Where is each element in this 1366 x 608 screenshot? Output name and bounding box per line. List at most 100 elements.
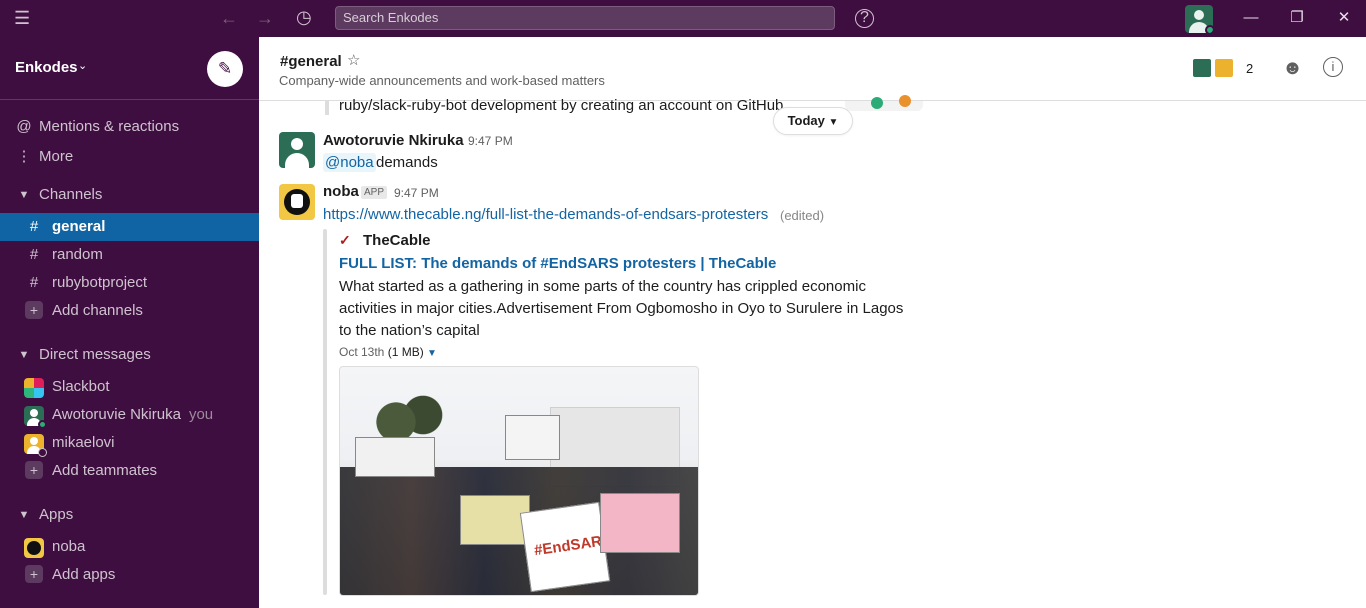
hash-icon: # <box>29 274 39 291</box>
caret-down-icon[interactable]: ▼ <box>14 341 34 369</box>
channel-title[interactable]: #general <box>280 53 342 70</box>
info-icon[interactable]: i <box>1323 57 1343 77</box>
caret-down-icon[interactable]: ▼ <box>14 501 34 529</box>
sidebar-item-mikaelovi[interactable]: mikaelovi <box>0 429 259 457</box>
workspace-name[interactable]: Enkodes <box>15 59 78 76</box>
message-timestamp[interactable]: 9:47 PM <box>468 134 513 148</box>
sender-avatar[interactable] <box>279 132 315 168</box>
hamburger-menu-icon[interactable]: ☰ <box>14 9 30 27</box>
channels-section-header[interactable]: ▼ Channels <box>0 181 259 209</box>
section-label: Direct messages <box>39 346 151 363</box>
top-bar: ☰ ← → ◷ Search Enkodes ? — ❐ ✕ <box>0 0 1366 37</box>
unfurl-title-link[interactable]: FULL LIST: The demands of #EndSARS prote… <box>339 255 776 272</box>
sidebar-item-more[interactable]: ⋮ More <box>0 143 259 171</box>
day-divider-label: Today <box>787 113 825 128</box>
sidebar-item-label: Awotoruvie Nkiruka <box>52 406 181 423</box>
compose-button[interactable]: ✎ <box>207 51 243 87</box>
message-timestamp[interactable]: 9:47 PM <box>394 186 439 200</box>
protest-sign <box>505 415 560 460</box>
unfurl-site-name: TheCable <box>363 232 431 249</box>
noba-app-icon <box>24 538 44 558</box>
add-teammates-button[interactable]: + Add teammates <box>0 457 259 485</box>
sidebar-item-mentions[interactable]: @ Mentions & reactions <box>0 113 259 141</box>
dm-section-header[interactable]: ▼ Direct messages <box>0 341 259 369</box>
user-mention[interactable]: @noba <box>323 153 376 172</box>
sidebar-item-label: random <box>52 246 103 263</box>
close-icon[interactable]: ✕ <box>1334 9 1354 27</box>
day-divider-button[interactable]: Today ▼ <box>773 107 853 135</box>
history-clock-icon[interactable]: ◷ <box>296 8 312 26</box>
more-vertical-icon: ⋮ <box>16 148 32 165</box>
protest-sign <box>355 437 435 477</box>
member-avatar[interactable] <box>1191 57 1213 79</box>
online-status-dot <box>1205 25 1213 33</box>
sidebar-item-label: More <box>39 148 74 165</box>
sidebar-item-label: noba <box>52 538 86 555</box>
sidebar-item-awotoruvie[interactable]: Awotoruvie Nkiruka you <box>0 401 259 429</box>
caret-down-icon[interactable]: ▼ <box>14 181 34 209</box>
user-avatar[interactable] <box>1185 5 1213 33</box>
hash-icon: # <box>29 246 39 263</box>
plus-icon: + <box>25 301 43 319</box>
message-text: demands <box>376 154 438 171</box>
unfurl-image[interactable]: #EndSARS <box>339 366 699 596</box>
forward-arrow-icon[interactable]: → <box>256 9 274 27</box>
previous-message-text: ruby/slack-ruby-bot development by creat… <box>339 97 788 114</box>
sidebar-item-noba[interactable]: noba <box>0 533 259 561</box>
sidebar: Enkodes ⌄ ✎ @ Mentions & reactions ⋮ Mor… <box>0 37 259 608</box>
unfurl-description: What started as a gathering in some part… <box>339 278 904 339</box>
sidebar-item-label: mikaelovi <box>52 434 115 451</box>
plus-icon: + <box>25 565 43 583</box>
add-member-icon[interactable]: ☻ <box>1282 57 1303 80</box>
chevron-down-icon: ▼ <box>828 117 839 128</box>
message-link[interactable]: https://www.thecable.ng/full-list-the-de… <box>323 206 768 223</box>
compose-icon: ✎ <box>217 59 233 78</box>
reaction-bar[interactable] <box>845 95 923 111</box>
star-icon[interactable]: ☆ <box>347 51 360 69</box>
sidebar-item-rubybotproject[interactable]: # rubybotproject <box>0 269 259 297</box>
add-channels-button[interactable]: + Add channels <box>0 297 259 325</box>
channel-topic[interactable]: Company-wide announcements and work-base… <box>279 73 605 88</box>
restore-icon[interactable]: ❐ <box>1287 9 1307 27</box>
sidebar-item-label: Mentions & reactions <box>39 118 180 135</box>
file-meta: Oct 13th (1 MB) ▼ <box>339 345 437 359</box>
online-status-dot <box>38 420 47 429</box>
thecable-site-icon: ✓ <box>339 232 351 248</box>
back-arrow-icon[interactable]: ← <box>220 9 238 27</box>
search-input[interactable]: Search Enkodes <box>335 6 835 30</box>
workspace-header[interactable]: Enkodes ⌄ ✎ <box>0 37 259 100</box>
attachment-bar <box>325 101 329 115</box>
sidebar-item-slackbot[interactable]: Slackbot <box>0 373 259 401</box>
member-count[interactable]: 2 <box>1246 61 1253 76</box>
protest-sign <box>600 493 680 553</box>
message-sender[interactable]: noba <box>323 183 359 200</box>
add-apps-button[interactable]: + Add apps <box>0 561 259 589</box>
sidebar-item-label: Add channels <box>52 302 143 319</box>
plus-icon: + <box>25 461 43 479</box>
sender-avatar[interactable] <box>279 184 315 220</box>
message-sender[interactable]: Awotoruvie Nkiruka <box>323 132 464 149</box>
unfurl-bar <box>323 229 327 595</box>
member-avatar[interactable] <box>1213 57 1235 79</box>
sidebar-item-label: Add apps <box>52 566 116 583</box>
chevron-down-icon[interactable]: ⌄ <box>78 59 87 72</box>
help-icon[interactable]: ? <box>855 9 874 28</box>
sidebar-item-general[interactable]: # general <box>0 213 259 241</box>
you-label: you <box>188 406 214 423</box>
caret-down-icon[interactable]: ▼ <box>427 348 437 359</box>
edited-label: (edited) <box>780 208 825 223</box>
apps-section-header[interactable]: ▼ Apps <box>0 501 259 529</box>
slackbot-avatar-icon <box>24 378 44 398</box>
at-icon: @ <box>16 118 32 135</box>
sidebar-item-label: general <box>52 218 106 235</box>
minimize-icon[interactable]: — <box>1241 9 1261 27</box>
section-label: Apps <box>39 506 74 523</box>
file-date: Oct 13th <box>339 345 385 359</box>
app-badge: APP <box>361 186 388 199</box>
file-size: (1 MB) <box>387 345 424 359</box>
sidebar-item-label: Add teammates <box>52 462 158 479</box>
sidebar-item-label: Slackbot <box>52 378 110 395</box>
section-label: Channels <box>39 186 103 203</box>
sidebar-item-random[interactable]: # random <box>0 241 259 269</box>
channel-header: #general ☆ Company-wide announcements an… <box>259 37 1366 101</box>
